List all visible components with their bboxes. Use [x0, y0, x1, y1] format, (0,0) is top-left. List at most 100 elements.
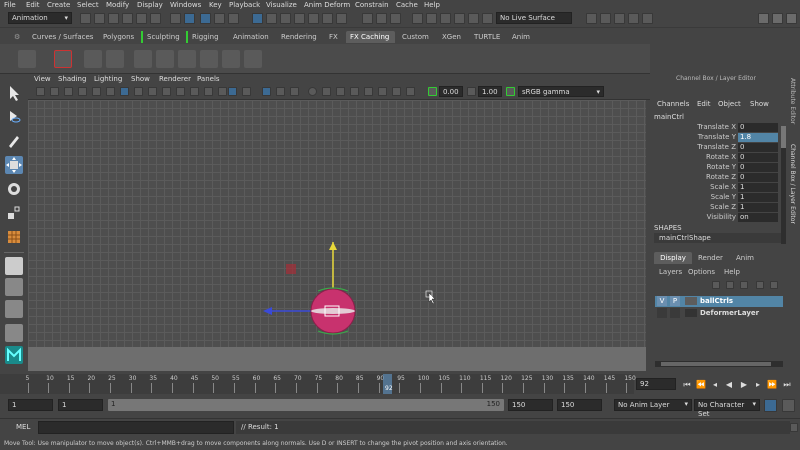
character-set-dropdown[interactable]: No Character Set ▾	[694, 399, 760, 418]
layer-playback-toggle[interactable]	[670, 308, 680, 318]
playback-start-field[interactable]: 1	[58, 399, 103, 411]
grid-toggle-icon[interactable]	[120, 87, 129, 96]
camera-attributes-icon[interactable]	[50, 87, 59, 96]
tab-sculpting[interactable]: Sculpting	[141, 31, 184, 43]
gamma-icon[interactable]	[467, 87, 476, 96]
layout-icon[interactable]	[772, 13, 783, 24]
menu-windows[interactable]: Windows	[170, 1, 201, 9]
select-tool-icon[interactable]	[5, 84, 23, 102]
menu-visualize[interactable]: Visualize	[266, 1, 297, 9]
menu-edit[interactable]: Edit	[26, 1, 40, 9]
attr-translate-y-label[interactable]: Translate Y	[648, 133, 736, 141]
layer-menu-options[interactable]: Options	[688, 268, 715, 276]
live-surface-field[interactable]: No Live Surface	[496, 12, 572, 24]
two-d-pan-icon[interactable]	[92, 87, 101, 96]
tab-fx-caching[interactable]: FX Caching	[346, 31, 395, 43]
settings-icon[interactable]	[786, 13, 797, 24]
script-editor-icon[interactable]	[790, 423, 798, 432]
camera-select-icon[interactable]	[36, 87, 45, 96]
play-forwards-icon[interactable]: ▶	[739, 380, 749, 389]
attr-scale-z-label[interactable]: Scale Z	[648, 203, 736, 211]
layer-tab-display[interactable]: Display	[654, 252, 692, 264]
go-to-start-icon[interactable]: ⏮	[682, 380, 692, 389]
menu-playback[interactable]: Playback	[229, 1, 260, 9]
menu-set-dropdown[interactable]: Animation ▾	[8, 12, 72, 24]
mel-input[interactable]	[38, 421, 234, 434]
shelf-merge-cache-icon[interactable]	[156, 50, 174, 68]
ambient-occlusion-icon[interactable]	[336, 87, 345, 96]
wireframe-on-shaded-icon[interactable]	[242, 87, 251, 96]
layer-color-swatch[interactable]	[685, 297, 697, 305]
range-slider-start-handle[interactable]: 1	[111, 400, 115, 408]
layer-row-deformerlayer[interactable]: DeformerLayer	[655, 308, 783, 319]
snap-grid-icon[interactable]	[252, 13, 263, 24]
xray-icon[interactable]	[262, 87, 271, 96]
cb-menu-show[interactable]: Show	[750, 100, 769, 108]
view-transform-dropdown[interactable]: sRGB gamma ▾	[518, 86, 604, 97]
resolution-gate-icon[interactable]	[148, 87, 157, 96]
isolate-select-icon[interactable]	[290, 87, 299, 96]
menu-modify[interactable]: Modify	[106, 1, 129, 9]
attr-rotate-x-label[interactable]: Rotate X	[648, 153, 736, 161]
tab-rendering[interactable]: Rendering	[277, 31, 321, 43]
film-gate-icon[interactable]	[134, 87, 143, 96]
attr-scale-x-label[interactable]: Scale X	[648, 183, 736, 191]
tab-channel-box[interactable]: Channel Box / Layer Editor	[789, 144, 796, 224]
mask-joints-icon[interactable]	[228, 13, 239, 24]
attr-scale-z-value[interactable]: 1	[738, 203, 778, 212]
layer-visibility-toggle[interactable]	[657, 308, 667, 318]
menu-constrain[interactable]: Constrain	[355, 1, 389, 9]
anti-aliasing-icon[interactable]	[364, 87, 373, 96]
rotate-tool-icon[interactable]	[5, 180, 23, 198]
texture-icon[interactable]	[392, 87, 401, 96]
bookmark-icon[interactable]	[64, 87, 73, 96]
mask-handles-icon[interactable]	[214, 13, 225, 24]
channel-box-toggle-icon[interactable]	[642, 13, 653, 24]
step-forward-key-icon[interactable]: ⏩	[767, 380, 777, 389]
create-layer-icon[interactable]	[770, 281, 778, 289]
tab-polygons[interactable]: Polygons	[99, 31, 138, 43]
layer-menu-help[interactable]: Help	[724, 268, 740, 276]
snap-projected-center-icon[interactable]	[294, 13, 305, 24]
snap-curve-icon[interactable]	[266, 13, 277, 24]
scene-start-field[interactable]: 1	[8, 399, 53, 411]
tab-xgen[interactable]: XGen	[438, 31, 465, 43]
safe-action-icon[interactable]	[190, 87, 199, 96]
current-frame-field[interactable]: 92	[636, 378, 676, 390]
menu-anim-deform[interactable]: Anim Deform	[304, 1, 350, 9]
shadows-icon[interactable]	[322, 87, 331, 96]
layer-name[interactable]: ballCtrls	[700, 296, 733, 306]
locator-marker[interactable]	[286, 264, 296, 274]
snap-view-plane-icon[interactable]	[308, 13, 319, 24]
vp-menu-shading[interactable]: Shading	[58, 75, 86, 83]
gamma-field[interactable]: 1.00	[478, 86, 502, 97]
attr-scale-y-value[interactable]: 1	[738, 193, 778, 202]
menu-display[interactable]: Display	[137, 1, 163, 9]
tab-turtle[interactable]: TURTLE	[470, 31, 504, 43]
step-back-frame-icon[interactable]: ◂	[710, 380, 720, 389]
last-tool-icon[interactable]	[5, 228, 23, 246]
safe-title-icon[interactable]	[204, 87, 213, 96]
exposure-icon[interactable]	[428, 87, 437, 96]
anim-layer-dropdown[interactable]: No Anim Layer ▾	[614, 399, 692, 411]
vp-menu-panels[interactable]: Panels	[197, 75, 220, 83]
new-layer-selected-icon[interactable]	[756, 281, 764, 289]
image-plane-icon[interactable]	[78, 87, 87, 96]
layer-visibility-toggle[interactable]: V	[657, 296, 667, 306]
layer-hscrollbar[interactable]	[655, 361, 783, 367]
shelf-options-icon[interactable]: ⚙	[14, 33, 20, 41]
lasso-tool-icon[interactable]	[5, 108, 23, 126]
main-ctrl-curve[interactable]	[311, 308, 355, 314]
tab-fx[interactable]: FX	[325, 31, 342, 43]
field-chart-icon[interactable]	[176, 87, 185, 96]
attr-translate-y-value[interactable]: 1.8	[738, 133, 778, 142]
time-slider[interactable]: 5 10 15 20 25 30 35 40 45 50 55 60 65 70 75 80 85 90 95 100…	[0, 374, 636, 394]
outliner-layout-icon[interactable]	[5, 324, 23, 342]
history-icon[interactable]	[336, 13, 347, 24]
range-slider-end-handle[interactable]: 150	[487, 400, 500, 408]
attr-translate-z-label[interactable]: Translate Z	[648, 143, 736, 151]
attr-rotate-y-label[interactable]: Rotate Y	[648, 163, 736, 171]
move-layer-up-icon[interactable]	[712, 281, 720, 289]
cb-menu-channels[interactable]: Channels	[657, 100, 689, 108]
object-name[interactable]: mainCtrl	[654, 113, 684, 121]
